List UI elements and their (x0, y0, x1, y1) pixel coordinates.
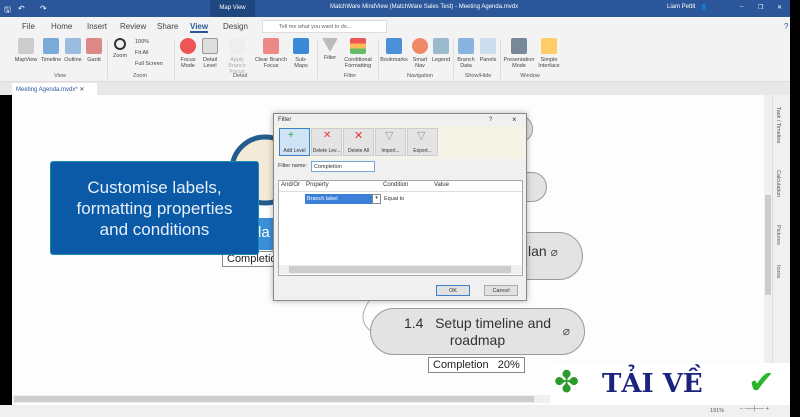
side-panel-tabs: Task / Timeline Calculation Pictures Ico… (772, 95, 790, 405)
node-title-line2: roadmap (449, 332, 506, 348)
column-value: Value (434, 182, 449, 188)
dialog-help-button[interactable]: ? (489, 117, 492, 123)
ok-button[interactable]: OK (436, 285, 470, 296)
status-bar: 191% – ──┼── + (0, 405, 790, 417)
side-tab-icons[interactable]: Icons (775, 265, 781, 278)
side-tab-task-timeline[interactable]: Task / Timeline (775, 107, 781, 143)
export-funnel-icon: ▽ (417, 130, 426, 142)
clover-icon: ✤ (554, 366, 580, 399)
condition-cell[interactable]: Equal to (384, 196, 404, 202)
side-tab-pictures[interactable]: Pictures (775, 225, 781, 245)
filter-name-input[interactable]: Completion (311, 161, 375, 172)
filter-conditions-grid: And/Or Property Condition Value Branch l… (278, 180, 523, 276)
add-level-icon: + (288, 130, 294, 141)
property-select[interactable]: Branch label (305, 194, 372, 204)
import-funnel-icon: ▽ (385, 130, 394, 142)
zoom-slider[interactable]: – ──┼── + (740, 406, 769, 412)
map-node-1-4[interactable]: 1.4 Setup timeline and roadmap ⌀ (370, 308, 585, 355)
column-and-or: And/Or (281, 182, 301, 188)
watermark-text: TẢI VỀ (602, 369, 703, 399)
vertical-scroll-thumb[interactable] (765, 195, 771, 295)
filter-dialog: Filter ? × Add Level Delete Lev... Delet… (273, 113, 527, 301)
delete-all-icon: ✕ (354, 130, 364, 142)
delete-level-icon: ✕ (323, 130, 332, 141)
add-level-button[interactable]: Add Level (279, 128, 310, 156)
dialog-close-button[interactable]: × (512, 115, 517, 124)
tutorial-callout: Customise labels, formatting properties an… (50, 161, 259, 255)
checkmark-icon: ✔ (748, 364, 775, 400)
zoom-level: 191% (710, 408, 725, 414)
completion-label: Completion 20% (428, 357, 525, 373)
node-title-line1: Setup timeline and (435, 315, 552, 331)
dialog-title: Filter (278, 117, 292, 123)
column-condition: Condition (383, 182, 409, 188)
grid-horizontal-scrollbar[interactable] (279, 265, 522, 274)
attachment-icon: ⌀ (550, 245, 558, 259)
cancel-button[interactable]: Cancel (484, 285, 518, 296)
side-tab-calculation[interactable]: Calculation (775, 170, 781, 197)
filter-name-label: Filter name: (278, 163, 308, 169)
chevron-down-icon[interactable]: ▾ (372, 194, 381, 204)
horizontal-scroll-thumb[interactable] (14, 396, 534, 402)
watermark: ✤ TẢI VỀ ✔ (550, 363, 790, 405)
column-property: Property (306, 182, 329, 188)
attachment-icon: ⌀ (562, 324, 570, 338)
node-number: 1.4 (403, 315, 424, 331)
